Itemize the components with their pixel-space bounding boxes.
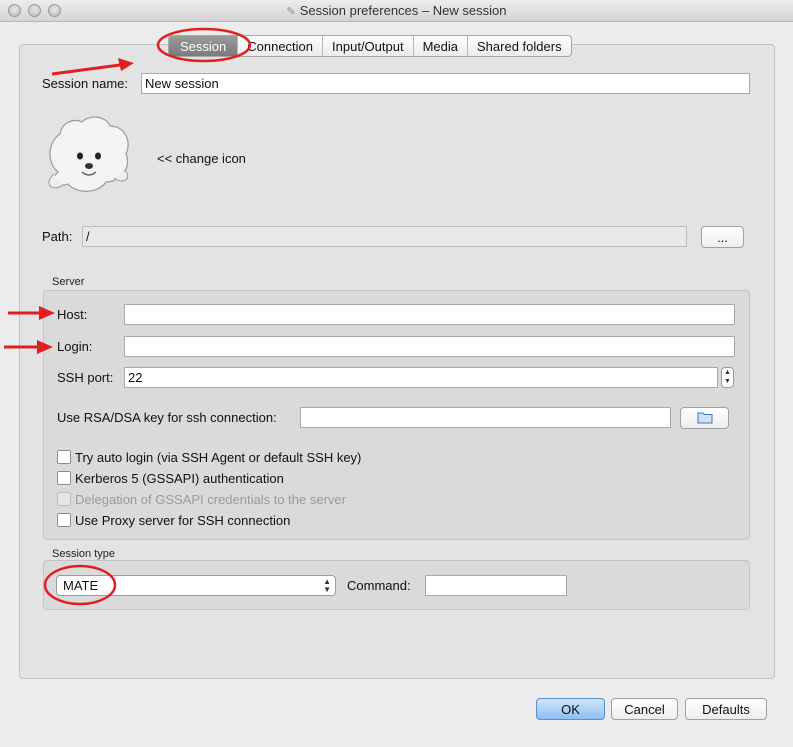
command-input[interactable]	[425, 575, 567, 596]
document-icon: ✎	[286, 6, 296, 18]
session-type-group-label: Session type	[52, 548, 115, 560]
path-label: Path:	[42, 229, 73, 244]
ssh-port-input[interactable]: 22	[124, 367, 718, 388]
host-input[interactable]	[124, 304, 735, 325]
rsa-key-label: Use RSA/DSA key for ssh connection:	[57, 410, 277, 425]
ssh-port-label: SSH port:	[57, 370, 114, 385]
window-title: ✎ Session preferences – New session	[286, 3, 507, 18]
login-label: Login:	[57, 339, 93, 354]
server-group-label: Server	[52, 276, 85, 288]
tab-connection[interactable]: Connection	[238, 36, 324, 56]
rsa-key-input[interactable]	[300, 407, 671, 428]
cancel-button[interactable]: Cancel	[611, 698, 678, 720]
path-browse-button[interactable]: ...	[701, 226, 744, 248]
stepper-down-icon[interactable]: ▼	[722, 377, 733, 386]
session-type-select[interactable]: MATE ▲ ▼	[56, 575, 336, 596]
ok-button[interactable]: OK	[536, 698, 605, 720]
tab-session[interactable]: Session	[169, 36, 239, 56]
kerberos-checkbox[interactable]	[57, 471, 71, 485]
auto-login-label: Try auto login (via SSH Agent or default…	[75, 450, 362, 465]
proxy-checkbox[interactable]	[57, 513, 71, 527]
host-label: Host:	[57, 307, 88, 322]
tab-bar: Session Connection Input/Output Media Sh…	[168, 35, 572, 57]
chevron-updown-icon: ▲ ▼	[323, 577, 331, 594]
session-name-input[interactable]: New session	[141, 73, 750, 94]
ssh-port-stepper[interactable]: ▲ ▼	[721, 367, 734, 388]
login-input[interactable]	[124, 336, 735, 357]
seal-icon[interactable]	[40, 112, 140, 202]
title-bar: ✎ Session preferences – New session	[0, 0, 793, 22]
tab-input-output[interactable]: Input/Output	[323, 36, 414, 56]
gssapi-delegation-checkbox	[57, 492, 71, 506]
kerberos-label: Kerberos 5 (GSSAPI) authentication	[75, 471, 284, 486]
change-icon-link[interactable]: << change icon	[157, 151, 246, 166]
session-type-value: MATE	[63, 578, 99, 593]
path-field: /	[82, 226, 687, 247]
folder-icon	[697, 412, 712, 424]
stepper-up-icon[interactable]: ▲	[722, 368, 733, 377]
command-label: Command:	[347, 578, 411, 593]
tab-media[interactable]: Media	[414, 36, 469, 56]
auto-login-checkbox[interactable]	[57, 450, 71, 464]
gssapi-delegation-label: Delegation of GSSAPI credentials to the …	[75, 492, 346, 507]
rsa-key-browse-button[interactable]	[680, 407, 729, 429]
tab-shared-folders[interactable]: Shared folders	[468, 36, 571, 56]
defaults-button[interactable]: Defaults	[685, 698, 767, 720]
proxy-label: Use Proxy server for SSH connection	[75, 513, 291, 528]
session-name-label: Session name:	[42, 76, 128, 91]
